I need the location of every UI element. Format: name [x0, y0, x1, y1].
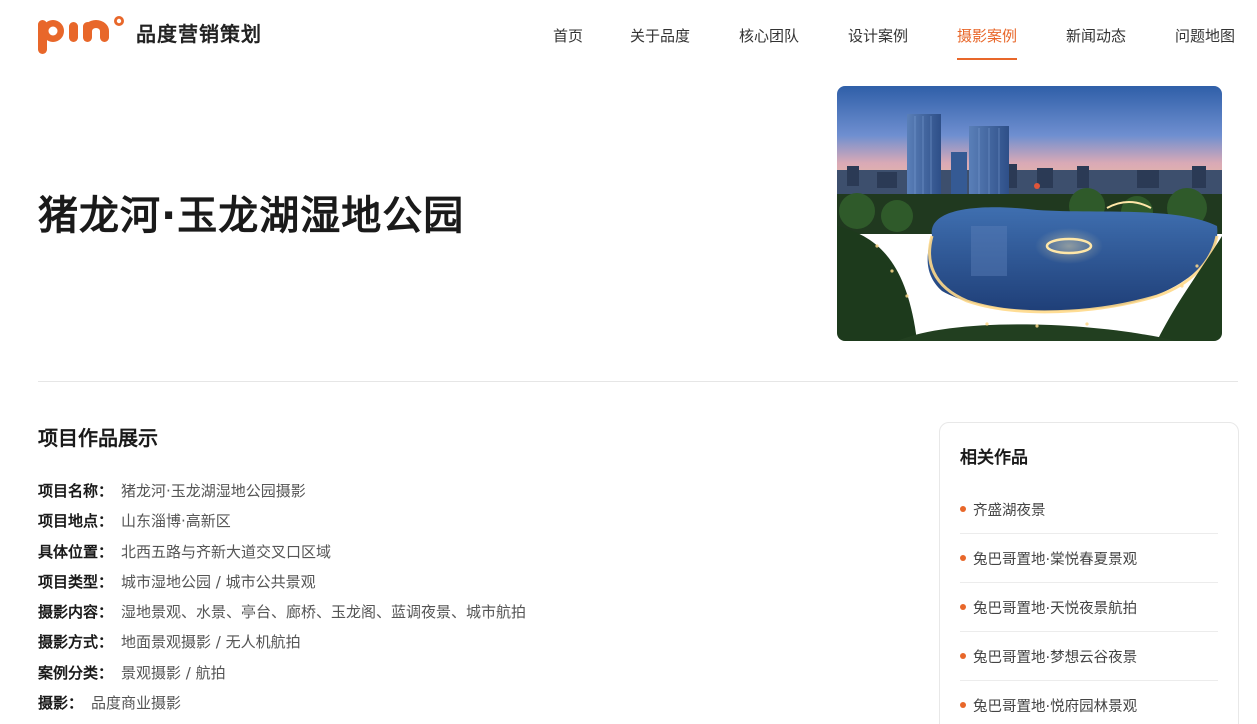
main-nav: 首页 关于品度 核心团队 设计案例 摄影案例 新闻动态 问题地图 — [0, 0, 1257, 70]
night-city-lake-photo-icon — [837, 86, 1222, 341]
project-info-list: 项目名称： 猪龙河·玉龙湖湿地公园摄影 项目地点： 山东淄博·高新区 具体位置： 北西… — [38, 478, 526, 720]
nav-item-design-cases[interactable]: 设计案例 — [848, 26, 908, 46]
site-header: 品度营销策划 首页 关于品度 核心团队 设计案例 摄影案例 新闻动态 问题地图 — [0, 0, 1257, 70]
related-works-title: 相关作品 — [960, 448, 1028, 468]
bullet-dot-icon — [960, 653, 966, 659]
active-nav-indicator — [957, 58, 1018, 60]
section-divider — [38, 381, 1238, 382]
bullet-dot-icon — [960, 702, 966, 708]
related-item-mengxiang[interactable]: 兔巴哥置地·梦想云谷夜景 — [960, 632, 1218, 681]
info-row-category: 案例分类： 景观摄影 / 航拍 — [38, 663, 226, 682]
page-title: 猪龙河·玉龙湖湿地公园 — [38, 193, 465, 239]
bullet-dot-icon — [960, 604, 966, 610]
info-row-address: 具体位置： 北西五路与齐新大道交叉口区域 — [38, 542, 332, 561]
project-section-title: 项目作品展示 — [38, 426, 158, 450]
nav-item-news[interactable]: 新闻动态 — [1066, 26, 1126, 46]
info-row-method: 摄影方式： 地面景观摄影 / 无人机航拍 — [38, 633, 301, 652]
related-works-list: 齐盛湖夜景 兔巴哥置地·棠悦春夏景观 兔巴哥置地·天悦夜景航拍 兔巴哥置地·梦想… — [960, 485, 1218, 724]
nav-item-about[interactable]: 关于品度 — [630, 26, 690, 46]
related-item-tianyue[interactable]: 兔巴哥置地·天悦夜景航拍 — [960, 583, 1218, 632]
nav-item-home[interactable]: 首页 — [553, 26, 583, 46]
info-row-name: 项目名称： 猪龙河·玉龙湖湿地公园摄影 — [38, 482, 306, 500]
related-item-yuefu[interactable]: 兔巴哥置地·悦府园林景观 — [960, 681, 1218, 724]
info-row-photographer: 摄影： 品度商业摄影 — [38, 694, 182, 713]
nav-item-team[interactable]: 核心团队 — [739, 26, 799, 46]
info-row-content: 摄影内容： 湿地景观、水景、亭台、廊桥、玉龙阁、蓝调夜景、城市航拍 — [38, 603, 527, 622]
bullet-dot-icon — [960, 506, 966, 512]
hero-photo — [837, 86, 1222, 341]
related-item-qishenghu[interactable]: 齐盛湖夜景 — [960, 485, 1218, 534]
info-row-location: 项目地点： 山东淄博·高新区 — [38, 512, 231, 531]
related-item-tangyue[interactable]: 兔巴哥置地·棠悦春夏景观 — [960, 534, 1218, 583]
nav-item-photo-cases[interactable]: 摄影案例 — [957, 26, 1018, 60]
nav-item-map[interactable]: 问题地图 — [1175, 26, 1235, 46]
bullet-dot-icon — [960, 555, 966, 561]
related-works-panel: 相关作品 齐盛湖夜景 兔巴哥置地·棠悦春夏景观 兔巴哥置地·天悦夜景航拍 兔巴哥… — [939, 422, 1239, 724]
info-row-type: 项目类型： 城市湿地公园 / 城市公共景观 — [38, 572, 316, 591]
